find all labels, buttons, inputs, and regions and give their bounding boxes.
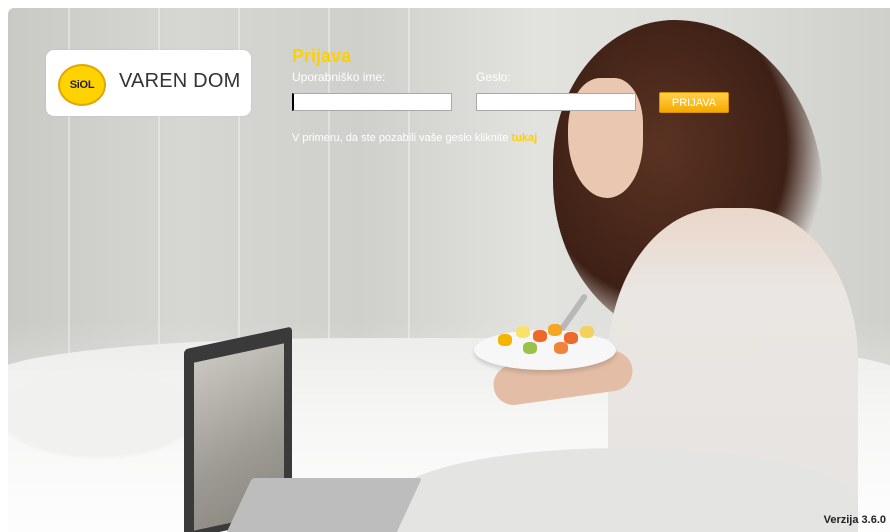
logo-badge-text: SiOL	[69, 79, 95, 91]
login-title: Prijava	[292, 46, 352, 66]
logo: SiOL VAREN DOM	[46, 50, 251, 116]
brand-name: VAREN DOM	[119, 70, 241, 92]
password-label: Geslo:	[476, 70, 511, 84]
forgot-password-link[interactable]: tukaj	[512, 132, 538, 144]
username-label: Uporabniško ime:	[292, 70, 386, 84]
username-input[interactable]	[292, 93, 452, 111]
page-frame: SiOL VAREN DOM Prijava Uporabniško ime: …	[8, 8, 890, 532]
forgot-password-text: V primeru, da ste pozabili vaše geslo kl…	[292, 132, 537, 144]
password-input[interactable]	[476, 93, 636, 111]
login-button[interactable]: PRIJAVA	[659, 92, 729, 113]
version-label: Verzija 3.6.0	[823, 514, 886, 526]
forgot-password-message: V primeru, da ste pozabili vaše geslo kl…	[292, 132, 509, 144]
siol-logo-icon: SiOL	[58, 64, 106, 106]
